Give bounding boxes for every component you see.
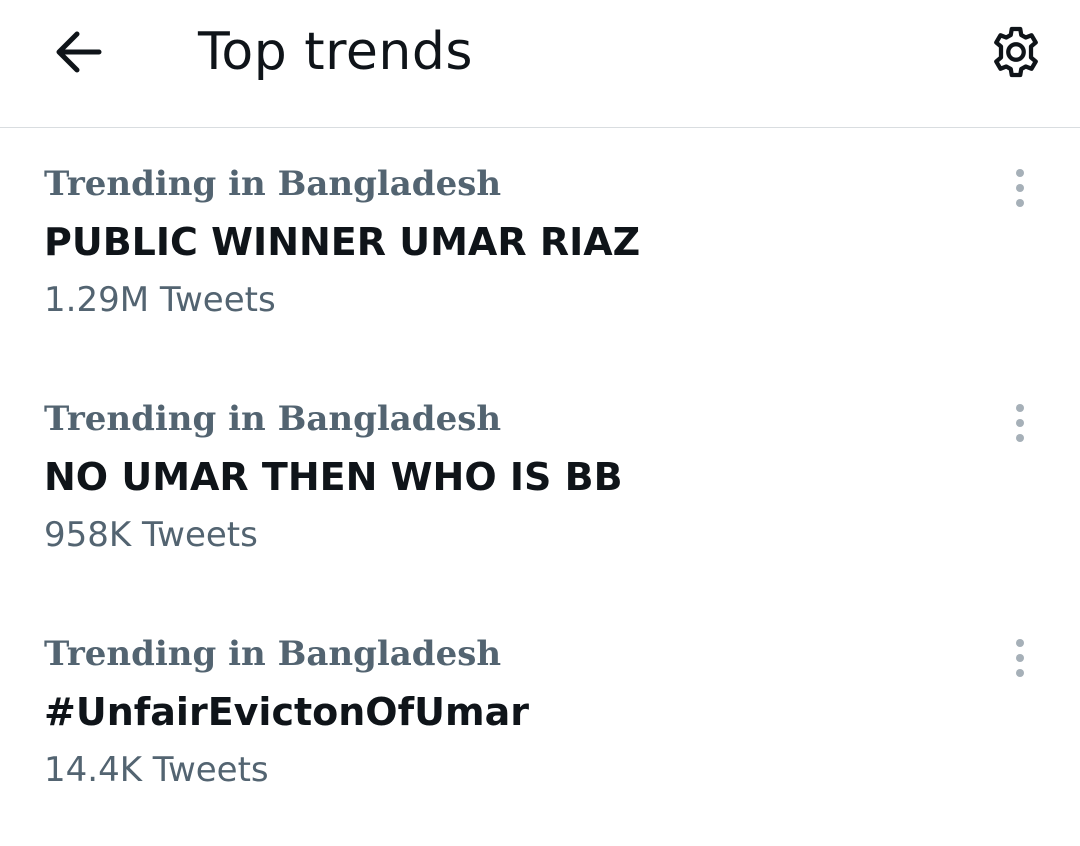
more-vertical-icon [1016, 404, 1024, 442]
more-options-button[interactable] [998, 401, 1042, 445]
more-options-button[interactable] [998, 166, 1042, 210]
gear-icon [994, 26, 1038, 78]
trend-item[interactable]: Trending in Bangladesh #UnfairEvictonOfU… [0, 598, 1080, 833]
more-options-button[interactable] [998, 636, 1042, 680]
trend-item[interactable]: Trending in Bangladesh PUBLIC WINNER UMA… [0, 128, 1080, 363]
back-button[interactable] [48, 22, 108, 82]
trend-name: NO UMAR THEN WHO IS BB [44, 455, 623, 499]
trend-tweet-count: 958K Tweets [44, 515, 258, 555]
trend-list: Trending in Bangladesh PUBLIC WINNER UMA… [0, 128, 1080, 833]
trend-context: Trending in Bangladesh [44, 164, 502, 204]
trend-tweet-count: 14.4K Tweets [44, 750, 269, 790]
top-bar: Top trends [0, 0, 1080, 128]
page-title: Top trends [198, 22, 473, 82]
trend-context: Trending in Bangladesh [44, 634, 502, 674]
trend-context: Trending in Bangladesh [44, 399, 502, 439]
more-vertical-icon [1016, 169, 1024, 207]
trend-name: PUBLIC WINNER UMAR RIAZ [44, 220, 641, 264]
trend-item[interactable]: Trending in Bangladesh NO UMAR THEN WHO … [0, 363, 1080, 598]
trend-tweet-count: 1.29M Tweets [44, 280, 276, 320]
trend-name: #UnfairEvictonOfUmar [44, 690, 529, 734]
more-vertical-icon [1016, 639, 1024, 677]
arrow-left-icon [56, 31, 102, 73]
settings-button[interactable] [982, 18, 1050, 86]
